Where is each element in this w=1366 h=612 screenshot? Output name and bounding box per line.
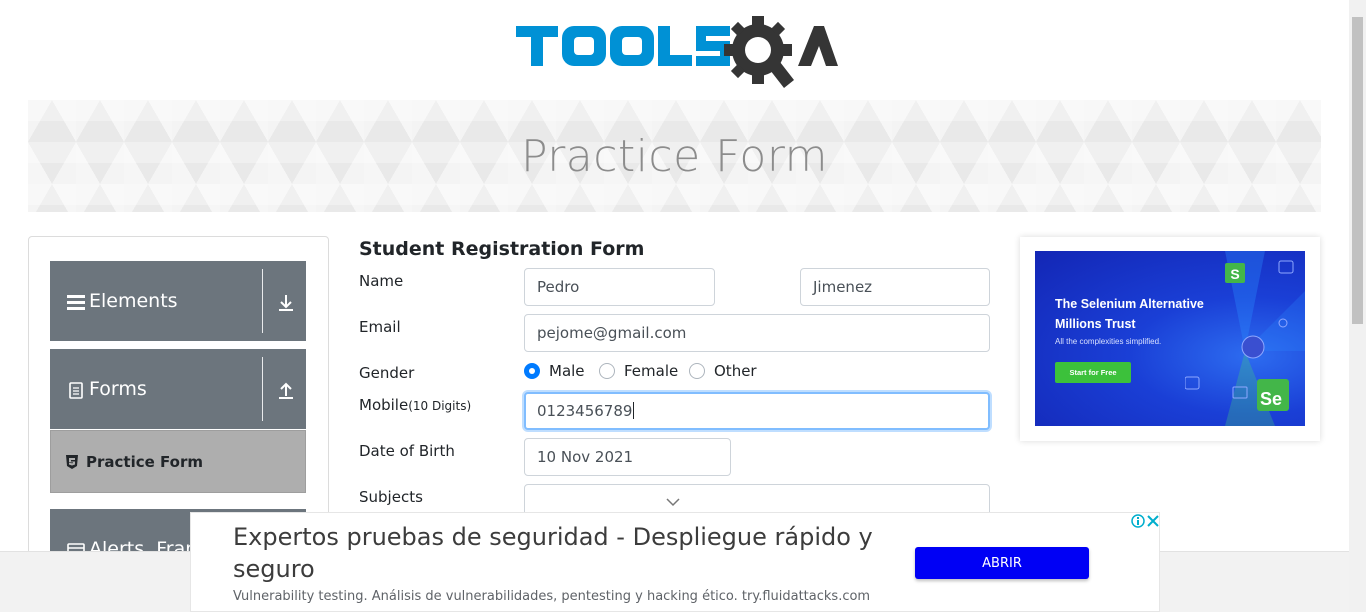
- adchoices-icon[interactable]: [1131, 514, 1145, 528]
- selenium-graphic: S Se: [1185, 251, 1305, 426]
- sidebar-group-elements[interactable]: Elements: [50, 261, 306, 341]
- start-for-free-button[interactable]: Start for Free: [1055, 362, 1131, 383]
- side-ad-subtext: All the complexities simplified.: [1055, 337, 1162, 346]
- side-ad-headline: The Selenium Alternative Millions Trust: [1055, 294, 1204, 334]
- divider: [262, 357, 263, 421]
- radio-unselected[interactable]: [689, 363, 705, 379]
- page: Practice Form Elements Forms Practice Fo…: [0, 0, 1366, 612]
- name-label: Name: [359, 272, 404, 290]
- side-ad-headline-line: The Selenium Alternative: [1055, 297, 1204, 311]
- mobile-label-text: Mobile: [359, 396, 409, 414]
- form-title: Student Registration Form: [359, 238, 645, 260]
- side-advertisement[interactable]: S Se The Selenium Alternative Millions T…: [1020, 237, 1320, 441]
- upload-arrow-icon[interactable]: [277, 382, 295, 400]
- mobile-value: 0123456789: [537, 402, 633, 420]
- radio-label: Female: [624, 362, 679, 380]
- divider: [262, 269, 263, 333]
- page-title: Practice Form: [520, 130, 829, 182]
- email-label: Email: [359, 318, 401, 336]
- document-icon: [69, 382, 83, 399]
- gender-radio-male[interactable]: Male: [524, 362, 585, 380]
- html5-icon: [66, 455, 78, 469]
- radio-unselected[interactable]: [599, 363, 615, 379]
- close-icon[interactable]: [1146, 514, 1160, 528]
- email-input[interactable]: pejome@gmail.com: [524, 314, 990, 352]
- date-of-birth-input[interactable]: 10 Nov 2021: [524, 438, 731, 476]
- gender-label: Gender: [359, 364, 415, 382]
- side-ad-creative[interactable]: S Se The Selenium Alternative Millions T…: [1035, 251, 1305, 426]
- dob-label: Date of Birth: [359, 442, 455, 460]
- radio-label: Male: [549, 362, 585, 380]
- subjects-label: Subjects: [359, 488, 423, 506]
- radio-selected[interactable]: [524, 363, 540, 379]
- mobile-hint: (10 Digits): [408, 399, 472, 413]
- sidebar-item-practice-form[interactable]: Practice Form: [50, 430, 306, 493]
- mobile-label: Mobile(10 Digits): [359, 396, 471, 414]
- scrollbar-thumb[interactable]: [1352, 17, 1363, 324]
- bottom-advertisement[interactable]: Expertos pruebas de seguridad - Desplieg…: [190, 512, 1160, 612]
- svg-text:S: S: [1230, 266, 1239, 282]
- page-banner: Practice Form: [28, 100, 1321, 212]
- chevron-down-icon[interactable]: [666, 497, 680, 507]
- ad-open-button[interactable]: ABRIR: [915, 547, 1089, 579]
- sidebar-group-forms[interactable]: Forms: [50, 349, 306, 429]
- sidebar-group-label: Forms: [89, 378, 147, 400]
- radio-label: Other: [714, 362, 757, 380]
- ad-description[interactable]: Vulnerability testing. Análisis de vulne…: [233, 589, 870, 604]
- gender-radio-female[interactable]: Female: [599, 362, 678, 380]
- side-ad-headline-line: Millions Trust: [1055, 317, 1136, 331]
- download-arrow-icon[interactable]: [277, 294, 295, 312]
- vertical-scrollbar[interactable]: [1349, 0, 1366, 612]
- toolsqa-logo[interactable]: [512, 14, 842, 94]
- svg-text:Se: Se: [1260, 389, 1282, 409]
- gender-radio-other[interactable]: Other: [689, 362, 757, 380]
- last-name-input[interactable]: Jimenez: [800, 268, 990, 306]
- sidebar-item-label: Practice Form: [86, 453, 203, 471]
- first-name-input[interactable]: Pedro: [524, 268, 715, 306]
- text-cursor: [633, 402, 635, 419]
- sidebar-group-label: Elements: [89, 290, 178, 312]
- mobile-input[interactable]: 0123456789: [524, 392, 990, 430]
- ad-headline[interactable]: Expertos pruebas de seguridad - Desplieg…: [233, 521, 893, 585]
- hamburger-icon: [67, 295, 85, 310]
